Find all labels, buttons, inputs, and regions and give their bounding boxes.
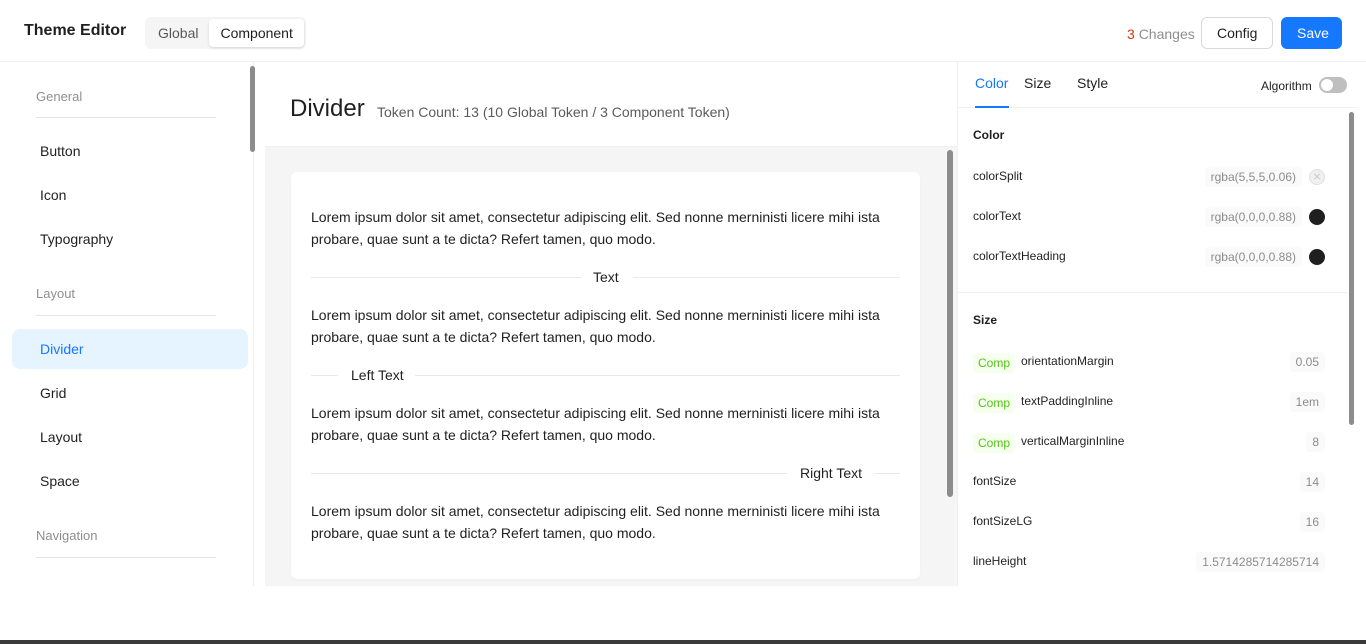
section-title-size: Size	[973, 313, 998, 327]
segment-component[interactable]: Component	[209, 19, 304, 47]
sidebar-item-grid[interactable]: Grid	[12, 373, 248, 413]
token-row[interactable]: colorSplit rgba(5,5,5,0.06)	[973, 166, 1330, 188]
sidebar-item-space[interactable]: Space	[12, 461, 248, 501]
token-name: textPaddingInline	[1021, 394, 1114, 408]
divider-line	[311, 473, 787, 474]
divider-line	[311, 375, 338, 376]
group-divider	[36, 557, 216, 558]
preview-area: Divider Token Count: 13 (10 Global Token…	[265, 62, 957, 586]
divider-line	[415, 375, 900, 376]
comp-tag: Comp	[973, 393, 1016, 413]
config-button[interactable]: Config	[1201, 17, 1273, 49]
token-row[interactable]: fontSize 14	[973, 471, 1330, 493]
divider-center-text: Text	[311, 266, 900, 288]
group-title-navigation: Navigation	[36, 528, 98, 543]
token-name: colorText	[973, 209, 1022, 223]
tab-style[interactable]: Style	[1077, 75, 1108, 91]
sidebar-item-typography[interactable]: Typography	[12, 219, 248, 259]
token-value[interactable]: rgba(5,5,5,0.06)	[1204, 167, 1302, 187]
sidebar-item-layout[interactable]: Layout	[12, 417, 248, 457]
lorem-paragraph: Lorem ipsum dolor sit amet, consectetur …	[311, 503, 880, 541]
sidebar-scrollbar[interactable]	[250, 66, 255, 152]
token-count: Token Count: 13 (10 Global Token / 3 Com…	[377, 104, 730, 120]
sidebar-item-divider[interactable]: Divider	[12, 329, 248, 369]
token-row[interactable]: Comp textPaddingInline 1em	[973, 391, 1330, 413]
token-value[interactable]: 1.5714285714285714	[1196, 552, 1325, 572]
color-swatch[interactable]	[1309, 209, 1325, 225]
panel-scrollbar[interactable]	[1349, 112, 1354, 425]
token-panel: Color Size Style Algorithm Color colorSp…	[957, 62, 1358, 586]
color-swatch[interactable]	[1309, 169, 1325, 185]
header: Theme Editor Global Component 3 Changes …	[0, 0, 1366, 62]
divider-left-text: Left Text	[311, 364, 900, 386]
component-sidebar: General Button Icon Typography Layout Di…	[8, 62, 254, 586]
lorem-paragraph: Lorem ipsum dolor sit amet, consectetur …	[311, 405, 880, 443]
segment-global[interactable]: Global	[147, 19, 209, 47]
preview-scrollbar[interactable]	[947, 150, 953, 497]
token-row[interactable]: Comp orientationMargin 0.05	[973, 351, 1330, 373]
mode-segmented-control: Global Component	[145, 17, 306, 49]
bottom-edge	[0, 640, 1366, 644]
changes-label: Changes	[1138, 26, 1195, 42]
sidebar-item-icon[interactable]: Icon	[12, 175, 248, 215]
changes-indicator[interactable]: 3 Changes	[1127, 26, 1195, 42]
token-name: fontSize	[973, 474, 1017, 488]
section-divider	[958, 292, 1348, 293]
tab-size[interactable]: Size	[1024, 75, 1051, 91]
group-title-general: General	[36, 89, 83, 104]
changes-count: 3	[1127, 26, 1135, 42]
lorem-paragraph: Lorem ipsum dolor sit amet, consectetur …	[311, 209, 880, 247]
token-value[interactable]: rgba(0,0,0,0.88)	[1204, 207, 1302, 227]
app-title: Theme Editor	[24, 22, 127, 39]
token-name: colorTextHeading	[973, 249, 1066, 263]
token-row[interactable]: colorTextHeading rgba(0,0,0,0.88)	[973, 246, 1330, 268]
group-divider	[36, 117, 216, 118]
divider-right-text: Right Text	[311, 462, 900, 484]
token-row[interactable]: fontSizeLG 16	[973, 511, 1330, 533]
token-value[interactable]: 8	[1306, 432, 1325, 452]
divider-label: Right Text	[800, 465, 862, 481]
active-tab-indicator	[975, 106, 1009, 108]
token-name: orientationMargin	[1021, 354, 1114, 368]
divider-line	[311, 277, 581, 278]
token-name: lineHeight	[973, 554, 1027, 568]
sidebar-item-button[interactable]: Button	[12, 131, 248, 171]
switch-knob	[1321, 79, 1333, 91]
token-value[interactable]: 14	[1299, 472, 1325, 492]
component-title: Divider	[290, 95, 365, 122]
comp-tag: Comp	[973, 433, 1016, 453]
save-button[interactable]: Save	[1281, 17, 1342, 49]
token-value[interactable]: 16	[1299, 512, 1325, 532]
algorithm-switch[interactable]	[1319, 77, 1347, 93]
token-value[interactable]: 0.05	[1289, 352, 1325, 372]
divider-line	[874, 473, 900, 474]
tab-color[interactable]: Color	[975, 75, 1008, 91]
token-row[interactable]: Comp verticalMarginInline 8	[973, 431, 1330, 453]
comp-tag: Comp	[973, 353, 1016, 373]
section-title-color: Color	[973, 128, 1005, 142]
token-name: colorSplit	[973, 169, 1023, 183]
group-title-layout: Layout	[36, 286, 76, 301]
token-row[interactable]: lineHeight 1.5714285714285714	[973, 551, 1330, 573]
token-name: fontSizeLG	[973, 514, 1033, 528]
preview-card: Lorem ipsum dolor sit amet, consectetur …	[291, 172, 920, 579]
token-name: verticalMarginInline	[1021, 434, 1125, 448]
preview-header: Divider Token Count: 13 (10 Global Token…	[265, 62, 957, 147]
lorem-paragraph: Lorem ipsum dolor sit amet, consectetur …	[311, 307, 880, 345]
color-swatch[interactable]	[1309, 249, 1325, 265]
group-divider	[36, 315, 216, 316]
token-value[interactable]: rgba(0,0,0,0.88)	[1204, 247, 1302, 267]
divider-line	[633, 277, 900, 278]
token-value[interactable]: 1em	[1289, 392, 1325, 412]
token-row[interactable]: colorText rgba(0,0,0,0.88)	[973, 206, 1330, 228]
divider-label: Left Text	[351, 367, 404, 383]
token-tabs: Color Size Style Algorithm	[958, 62, 1358, 108]
divider-label: Text	[593, 269, 619, 285]
algorithm-label: Algorithm	[1261, 79, 1312, 93]
